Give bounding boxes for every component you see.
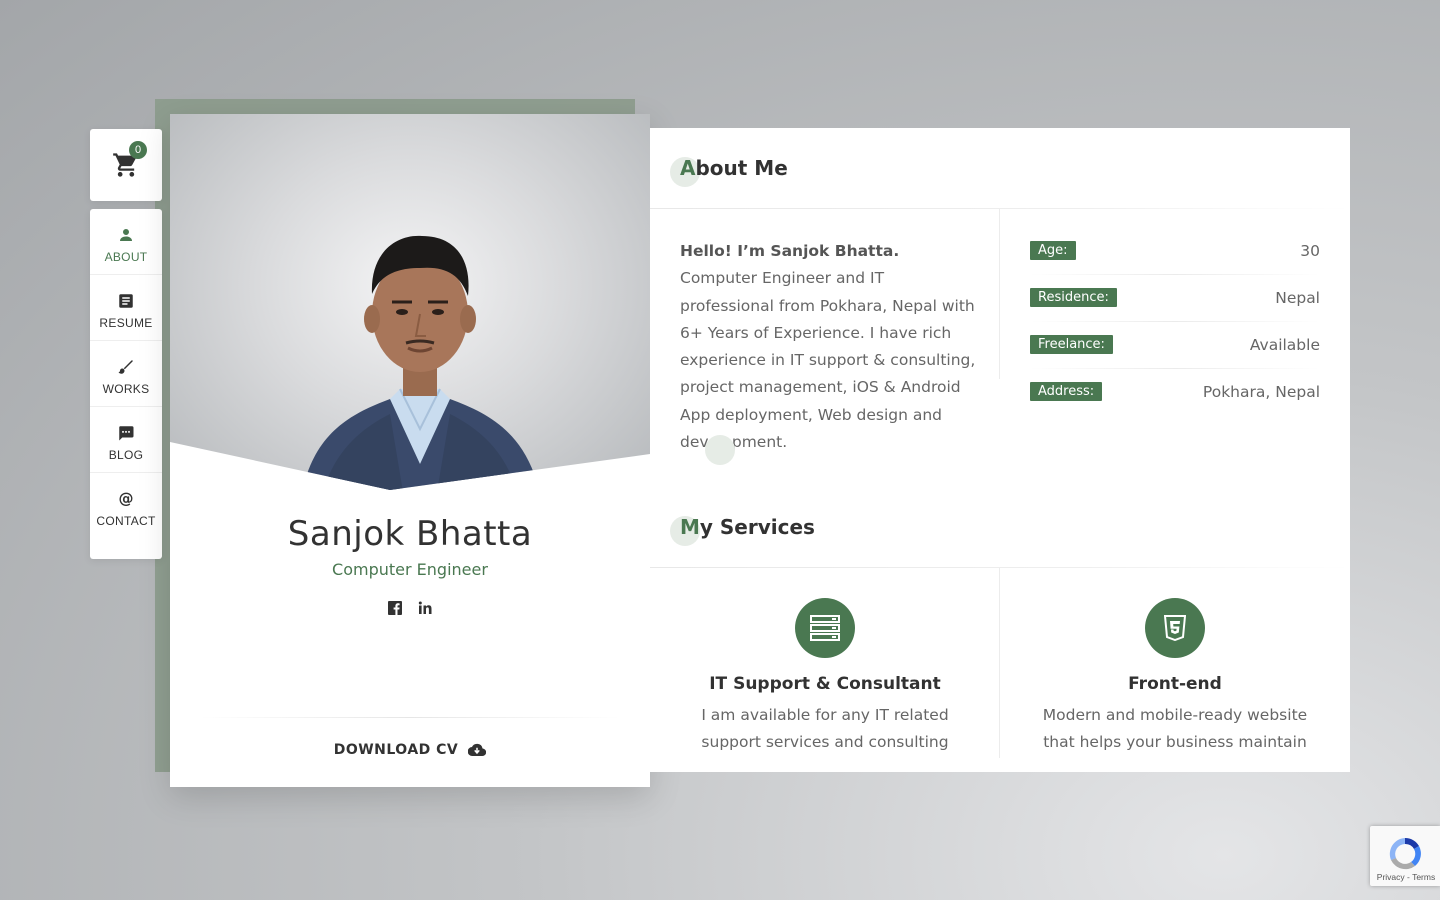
service-description: Modern and mobile-ready website that hel… — [1042, 706, 1308, 751]
profile-name: Sanjok Bhatta — [287, 514, 533, 554]
services-title: My Services — [680, 515, 815, 539]
linkedin-icon[interactable] — [417, 600, 433, 616]
divider — [200, 717, 620, 718]
recaptcha-links: Privacy - Terms — [1376, 872, 1436, 882]
service-title: IT Support & Consultant — [709, 674, 941, 694]
nav-item-works[interactable]: WORKS — [90, 341, 162, 407]
server-icon — [795, 598, 855, 658]
chat-icon — [119, 425, 134, 440]
info-value: Nepal — [1275, 288, 1320, 307]
svg-text:@: @ — [119, 490, 134, 508]
brush-icon — [118, 359, 133, 374]
info-label: Freelance: — [1030, 335, 1113, 354]
profile-portrait — [300, 235, 542, 490]
divider — [650, 567, 1350, 568]
info-value: 30 — [1300, 241, 1320, 260]
cart-count-badge: 0 — [129, 141, 147, 159]
about-title: About Me — [680, 156, 788, 180]
side-nav: ABOUT RESUME WORKS BLOG @ CONTACT — [90, 209, 162, 559]
cloud-download-icon — [468, 743, 487, 757]
about-hello: Hello! I’m Sanjok Bhatta. — [680, 242, 900, 260]
nav-label: BLOG — [108, 447, 144, 462]
nav-item-resume[interactable]: RESUME — [90, 275, 162, 341]
html5-icon — [1145, 598, 1205, 658]
nav-item-about[interactable]: ABOUT — [90, 209, 162, 275]
cart-button[interactable] — [90, 129, 162, 201]
content-panel: About Me Hello! I’m Sanjok Bhatta. Compu… — [650, 128, 1350, 772]
info-label: Address: — [1030, 382, 1103, 401]
recaptcha-badge[interactable]: Privacy - Terms — [1370, 826, 1440, 886]
nav-label: WORKS — [102, 381, 150, 396]
info-label: Residence: — [1030, 288, 1117, 307]
nav-label: RESUME — [99, 315, 153, 330]
info-label: Age: — [1030, 241, 1076, 260]
info-row-address: Address: Pokhara, Nepal — [1030, 368, 1320, 415]
service-title: Front-end — [1128, 674, 1222, 694]
document-icon — [119, 293, 133, 308]
nav-item-blog[interactable]: BLOG — [90, 407, 162, 473]
profile-subtitle: Computer Engineer — [332, 560, 488, 579]
about-title-rest: bout Me — [695, 156, 788, 180]
nav-item-contact[interactable]: @ CONTACT — [90, 473, 162, 539]
info-value: Pokhara, Nepal — [1202, 382, 1320, 401]
nav-label: ABOUT — [104, 249, 148, 264]
info-row-residence: Residence: Nepal — [1030, 274, 1320, 321]
decoration-dot — [705, 435, 735, 465]
info-row-age: Age: 30 — [1030, 227, 1320, 274]
recaptcha-terms-link[interactable]: Terms — [1412, 872, 1435, 882]
info-row-freelance: Freelance: Available — [1030, 321, 1320, 368]
services-title-rest: y Services — [699, 515, 815, 539]
download-cv-button[interactable]: DOWNLOAD CV — [170, 742, 650, 758]
service-card-frontend: Front-end Modern and mobile-ready websit… — [1000, 598, 1350, 756]
info-value: Available — [1249, 335, 1320, 354]
facebook-icon[interactable] — [387, 600, 403, 616]
recaptcha-icon — [1389, 837, 1421, 870]
profile-photo — [170, 114, 650, 490]
divider — [650, 208, 1350, 209]
nav-label: CONTACT — [96, 514, 156, 528]
divider — [999, 209, 1000, 379]
person-icon — [120, 228, 132, 241]
profile-card: Sanjok Bhatta Computer Engineer DOWNLOAD… — [170, 114, 650, 787]
service-description: I am available for any IT related suppor… — [701, 706, 949, 751]
service-card-it-support: IT Support & Consultant I am available f… — [650, 598, 1000, 756]
recaptcha-privacy-link[interactable]: Privacy — [1377, 872, 1405, 882]
about-title-initial: A — [680, 156, 696, 180]
services-title-initial: M — [680, 515, 700, 539]
at-icon: @ — [119, 490, 134, 508]
social-links — [170, 600, 650, 616]
download-cv-label: DOWNLOAD CV — [333, 742, 459, 758]
about-text: Hello! I’m Sanjok Bhatta. Computer Engin… — [680, 238, 980, 456]
about-body: Computer Engineer and IT professional fr… — [680, 269, 976, 452]
